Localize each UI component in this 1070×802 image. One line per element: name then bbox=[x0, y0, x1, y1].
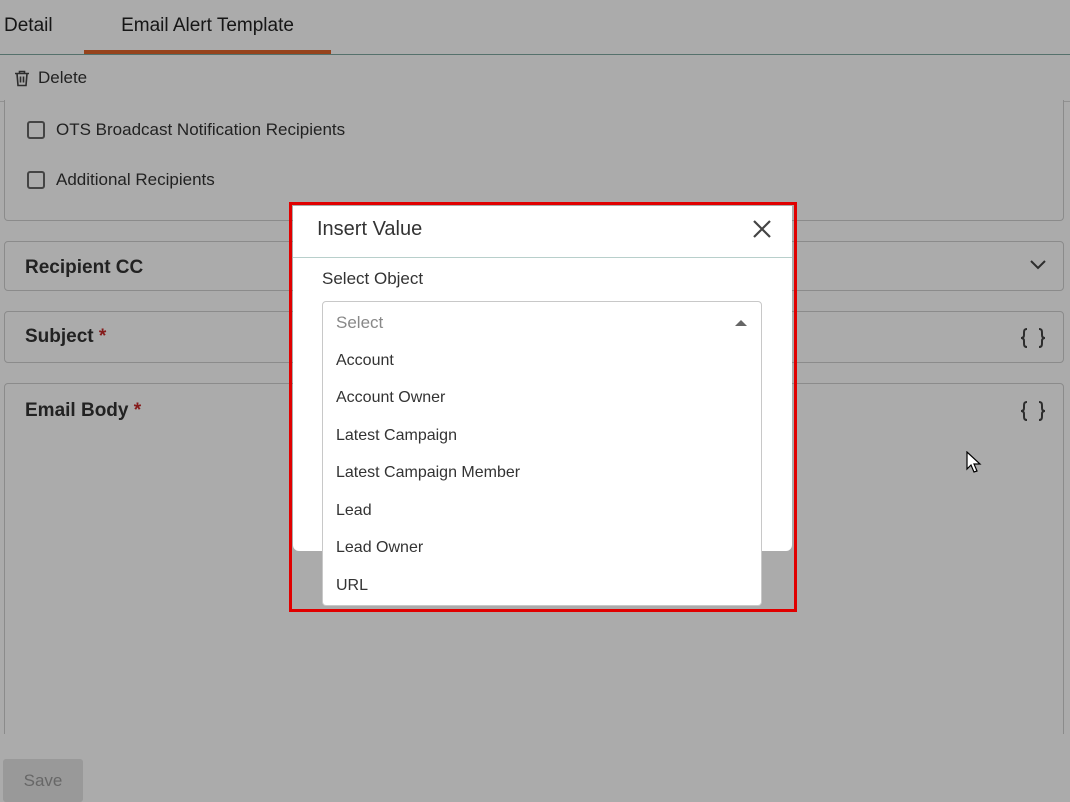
highlight-box bbox=[289, 202, 797, 612]
mouse-cursor-icon bbox=[966, 451, 982, 473]
